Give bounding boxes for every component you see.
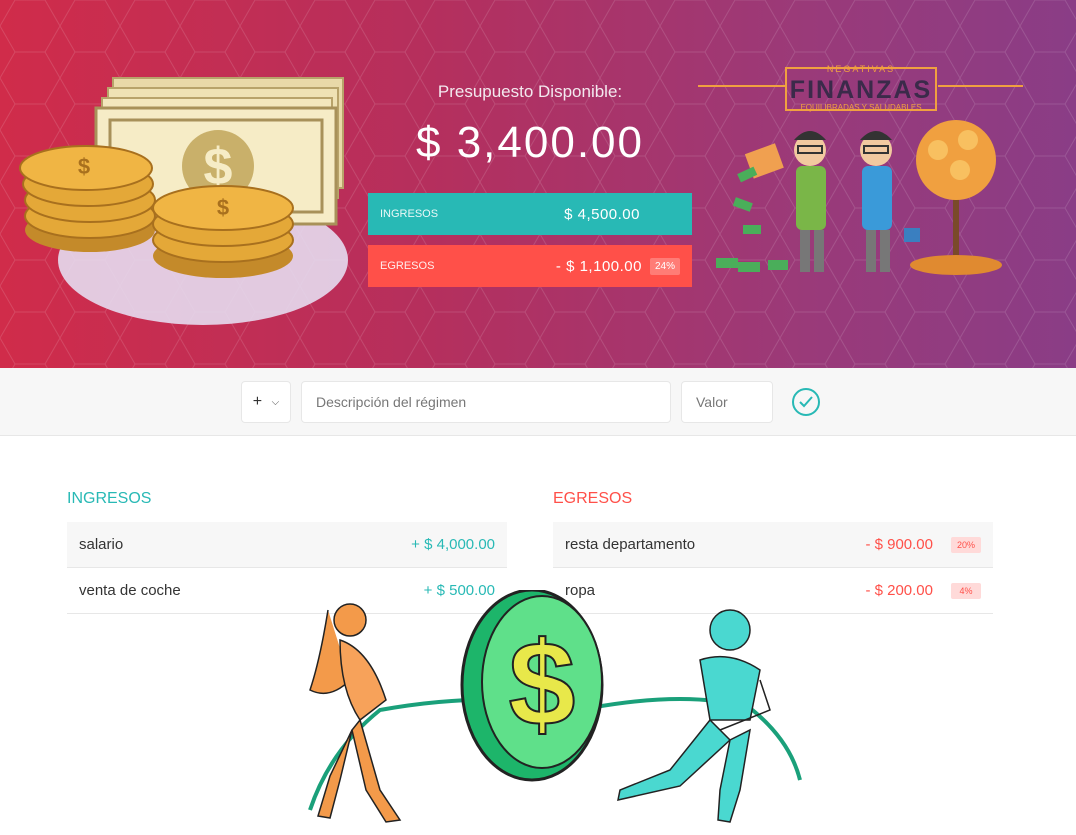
income-item-description: salario: [79, 536, 124, 553]
expense-item[interactable]: resta departamento - $ 900.00 20%: [553, 522, 993, 568]
expense-item-percent: 4%: [951, 582, 981, 599]
value-input[interactable]: [681, 381, 773, 423]
budget-expense-percent: 24%: [649, 257, 680, 275]
chevron-down-icon: ⌵: [271, 396, 280, 408]
expense-item-value: - $ 900.00: [865, 536, 933, 553]
expense-item-value: - $ 200.00: [865, 582, 933, 599]
budget-income: Ingresos $ 4,500.00: [368, 193, 692, 235]
expense-item-percent: 20%: [951, 536, 981, 553]
budget-expense-label: Egresos: [380, 260, 435, 272]
svg-text:$: $: [217, 195, 229, 220]
type-select-value: +: [252, 393, 263, 410]
check-icon: [799, 396, 813, 408]
logo-main: FINANZAS: [790, 76, 932, 104]
tug-of-war-illustration: $: [308, 590, 802, 823]
income-title: Ingresos: [67, 490, 152, 507]
add-submit-button[interactable]: [792, 388, 820, 416]
budget-title: Presupuesto Disponible:: [437, 82, 623, 101]
expense-item-description: resta departamento: [565, 536, 696, 553]
logo-top: NEGATIVAS: [827, 64, 895, 74]
budget-income-label: Ingresos: [380, 208, 439, 220]
budget-expense: Egresos - $ 1,100.00 24%: [368, 245, 692, 287]
budget-income-value: $ 4,500.00: [564, 205, 640, 223]
type-select[interactable]: + ⌵: [241, 381, 291, 423]
budget-expense-value: - $ 1,100.00: [555, 257, 642, 275]
finance-people-illustration: NEGATIVAS FINANZAS EQUILIBRADAS Y SALUDA…: [698, 64, 1023, 275]
income-item[interactable]: salario + $ 4,000.00: [67, 522, 507, 568]
budget-header: $ $ $ Presupuesto Disponible: $ 3,400.00…: [0, 0, 1076, 368]
budget-value: $ 3,400.00: [416, 118, 644, 167]
logo-bottom: EQUILIBRADAS Y SALUDABLES: [800, 103, 921, 112]
add-entry-bar: + ⌵: [0, 368, 1076, 436]
description-input[interactable]: [301, 381, 671, 423]
money-stack-icon: $ $ $: [19, 77, 348, 325]
income-item-value: + $ 4,000.00: [411, 536, 495, 553]
svg-text:$: $: [509, 617, 576, 751]
expense-title: Egresos: [553, 490, 633, 507]
